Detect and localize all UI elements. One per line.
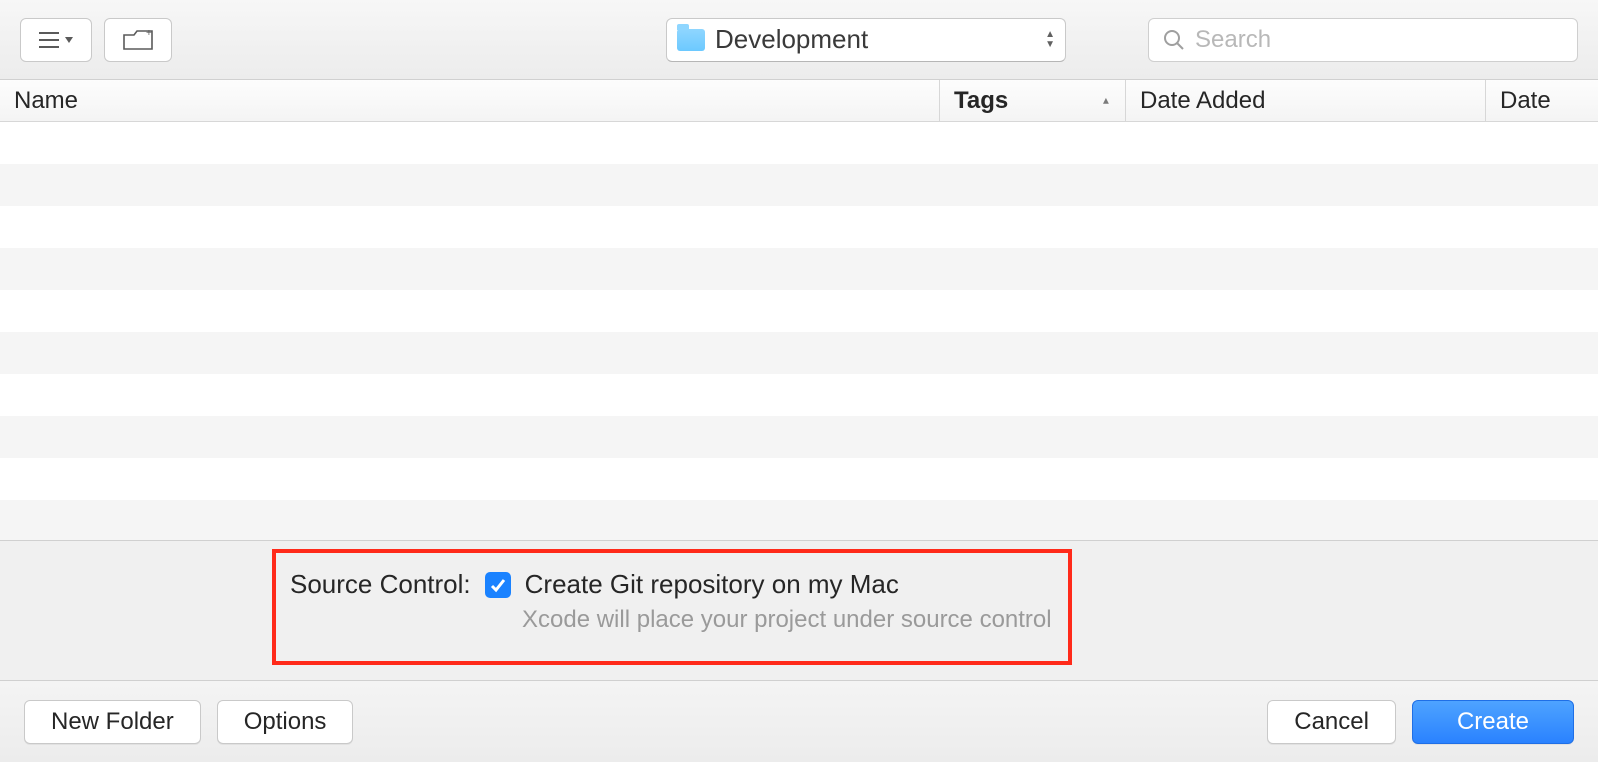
list-view-icon (39, 30, 73, 50)
dialog-footer: New Folder Options Cancel Create (0, 680, 1598, 762)
view-mode-button[interactable] (20, 18, 92, 62)
svg-text:+: + (146, 29, 152, 39)
search-icon (1163, 29, 1185, 51)
folder-icon (677, 29, 705, 51)
column-name[interactable]: Name (0, 80, 940, 121)
list-row (0, 164, 1598, 206)
column-tags[interactable]: Tags ▼ (940, 80, 1126, 121)
updown-stepper-icon: ▲▼ (1045, 31, 1055, 49)
list-row (0, 458, 1598, 500)
create-button[interactable]: Create (1412, 700, 1574, 744)
sort-ascending-icon: ▼ (1101, 95, 1111, 106)
cancel-button[interactable]: Cancel (1267, 700, 1396, 744)
new-folder-icon-button[interactable]: + (104, 18, 172, 62)
column-date-added[interactable]: Date Added (1126, 80, 1486, 121)
list-row (0, 500, 1598, 542)
list-row (0, 416, 1598, 458)
location-popup[interactable]: Development ▲▼ (666, 18, 1066, 62)
list-row (0, 122, 1598, 164)
search-input[interactable] (1195, 26, 1563, 54)
location-label: Development (715, 24, 1035, 55)
chevron-down-icon (65, 37, 73, 43)
list-row (0, 206, 1598, 248)
file-list (0, 122, 1598, 540)
toolbar: + Development ▲▼ (0, 0, 1598, 80)
list-row (0, 290, 1598, 332)
list-row (0, 332, 1598, 374)
search-field[interactable] (1148, 18, 1578, 62)
folder-plus-icon: + (123, 29, 153, 51)
list-row (0, 374, 1598, 416)
column-header-row: Name Tags ▼ Date Added Date (0, 80, 1598, 122)
source-control-panel: Source Control: Create Git repository on… (0, 540, 1598, 680)
list-row (0, 248, 1598, 290)
highlight-box (272, 549, 1072, 665)
column-date-modified[interactable]: Date (1486, 80, 1598, 121)
new-folder-button[interactable]: New Folder (24, 700, 201, 744)
options-button[interactable]: Options (217, 700, 354, 744)
